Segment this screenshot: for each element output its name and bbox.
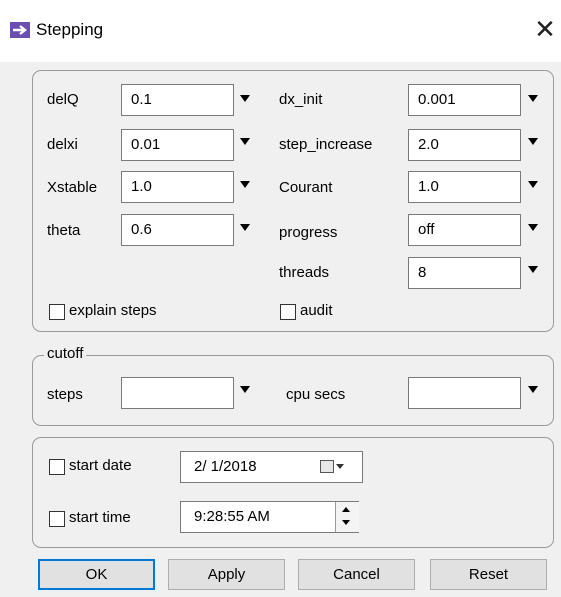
- delxi-label: delxi: [47, 136, 78, 153]
- theta-dropdown-icon[interactable]: [240, 224, 250, 231]
- dx-init-input[interactable]: 0.001: [408, 84, 521, 116]
- start-time-input[interactable]: 9:28:55 AM: [180, 501, 359, 533]
- xstable-label: Xstable: [47, 179, 98, 196]
- explain-steps-label: explain steps: [69, 302, 157, 319]
- start-date-checkbox[interactable]: [49, 459, 65, 475]
- theta-label: theta: [47, 222, 81, 239]
- reset-button[interactable]: Reset: [430, 559, 547, 590]
- xstable-input[interactable]: 1.0: [121, 171, 234, 203]
- courant-label: Courant: [279, 179, 333, 196]
- threads-dropdown-icon[interactable]: [528, 266, 538, 273]
- threads-input[interactable]: 8: [408, 257, 521, 289]
- delq-input[interactable]: 0.1: [121, 84, 234, 116]
- start-time-value: 9:28:55 AM: [194, 508, 270, 525]
- apply-button[interactable]: Apply: [168, 559, 285, 590]
- delq-label: delQ: [47, 91, 79, 108]
- spin-up-icon[interactable]: [342, 507, 350, 512]
- theta-input[interactable]: 0.6: [121, 214, 234, 246]
- explain-steps-checkbox[interactable]: [49, 304, 65, 320]
- delxi-input[interactable]: 0.01: [121, 129, 234, 161]
- courant-dropdown-icon[interactable]: [528, 181, 538, 188]
- spin-down-icon[interactable]: [342, 520, 350, 525]
- arrow-right-icon: [10, 22, 30, 38]
- dx-init-label: dx_init: [279, 91, 323, 108]
- courant-input[interactable]: 1.0: [408, 171, 521, 203]
- cpu-secs-dropdown-icon[interactable]: [528, 386, 538, 393]
- start-time-checkbox[interactable]: [49, 511, 65, 527]
- delq-dropdown-icon[interactable]: [240, 95, 250, 102]
- progress-label: progress: [279, 224, 338, 241]
- audit-label: audit: [300, 302, 333, 319]
- step-increase-input[interactable]: 2.0: [408, 129, 521, 161]
- start-date-label: start date: [69, 457, 132, 474]
- date-dropdown-icon[interactable]: [336, 464, 344, 469]
- cutoff-legend: cutoff: [44, 345, 87, 362]
- step-increase-dropdown-icon[interactable]: [528, 138, 538, 145]
- dx-init-dropdown-icon[interactable]: [528, 95, 538, 102]
- steps-dropdown-icon[interactable]: [240, 386, 250, 393]
- window-title: Stepping: [36, 20, 104, 39]
- xstable-dropdown-icon[interactable]: [240, 181, 250, 188]
- close-icon[interactable]: ✕: [530, 14, 560, 44]
- calendar-icon[interactable]: [320, 460, 334, 473]
- progress-dropdown-icon[interactable]: [528, 224, 538, 231]
- start-time-label: start time: [69, 509, 131, 526]
- cpu-secs-label: cpu secs: [286, 386, 346, 403]
- progress-select[interactable]: off: [408, 214, 521, 246]
- steps-input[interactable]: [121, 377, 234, 409]
- start-date-value: 2/ 1/2018: [194, 458, 257, 475]
- cancel-button[interactable]: Cancel: [298, 559, 415, 590]
- audit-checkbox[interactable]: [280, 304, 296, 320]
- cpu-secs-input[interactable]: [408, 377, 521, 409]
- threads-label: threads: [279, 264, 330, 281]
- delxi-dropdown-icon[interactable]: [240, 138, 250, 145]
- ok-button[interactable]: OK: [38, 559, 155, 590]
- steps-label: steps: [47, 386, 83, 403]
- step-increase-label: step_increase: [279, 136, 373, 153]
